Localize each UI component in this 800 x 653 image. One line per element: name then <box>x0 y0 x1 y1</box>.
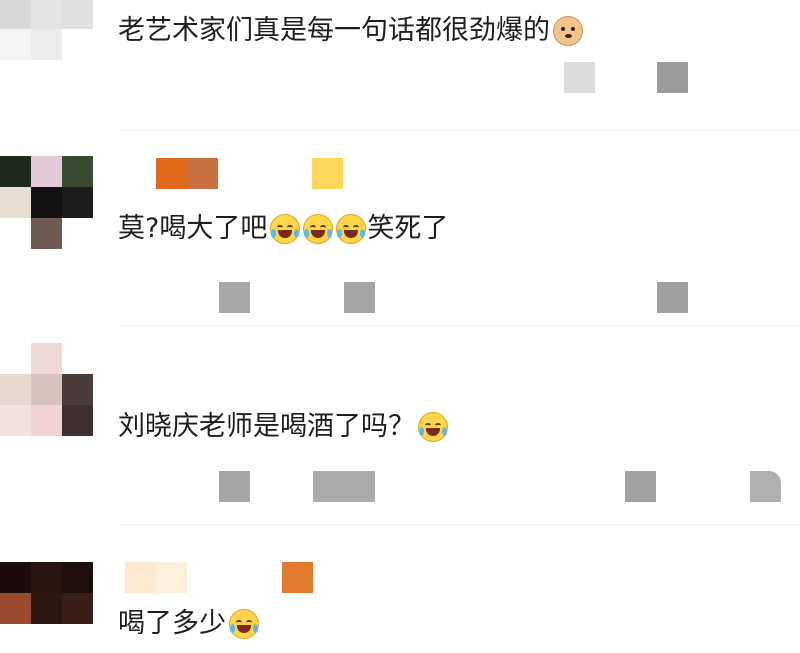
meta-blur-1 <box>219 282 250 313</box>
badge-blurred <box>282 562 313 593</box>
laugh-cry-icon <box>303 214 334 244</box>
username-blurred[interactable] <box>156 158 218 189</box>
username-blurred[interactable] <box>125 562 187 593</box>
comment-text: 莫?喝大了吧 笑死了 <box>118 212 448 246</box>
laugh-cry-icon <box>336 214 367 244</box>
comment-text: 老艺术家们真是每一句话都很劲爆的 <box>118 14 583 48</box>
comment-text-after: 笑死了 <box>367 213 449 244</box>
meta-blur-2 <box>313 471 375 502</box>
avatar-blurred[interactable] <box>0 0 93 60</box>
comment-text-body: 老艺术家们真是每一句话都很劲爆的 <box>118 15 550 46</box>
comment-text: 刘晓庆老师是喝酒了吗？ <box>118 410 448 444</box>
avatar-blurred[interactable] <box>0 343 93 436</box>
reply-icon-blurred[interactable] <box>750 471 781 502</box>
comment-4: 喝了多少 <box>0 525 800 653</box>
laugh-cry-icon <box>229 609 259 639</box>
laugh-cry-icon <box>270 214 301 244</box>
comment-1: 老艺术家们真是每一句话都很劲爆的 <box>0 0 800 130</box>
comment-text: 喝了多少 <box>118 607 259 641</box>
like-icon-blurred[interactable] <box>625 471 656 502</box>
laugh-cry-icon <box>418 412 448 442</box>
comment-text-body: 喝了多少 <box>118 608 226 639</box>
comment-2: 莫?喝大了吧 笑死了 <box>0 130 800 327</box>
avatar-blurred[interactable] <box>0 562 93 624</box>
meta-blur-1 <box>219 471 250 502</box>
like-icon-blurred[interactable] <box>657 282 688 313</box>
badge-blurred <box>312 158 343 189</box>
doge-icon <box>553 16 583 46</box>
meta-blur-1 <box>564 62 595 93</box>
meta-blur-2 <box>344 282 375 313</box>
comment-3: 刘晓庆老师是喝酒了吗？ <box>0 327 800 525</box>
avatar-blurred[interactable] <box>0 156 93 249</box>
comment-text-body: 刘晓庆老师是喝酒了吗？ <box>118 411 415 442</box>
comment-text-before: 莫?喝大了吧 <box>118 213 268 244</box>
like-icon-blurred[interactable] <box>657 62 688 93</box>
